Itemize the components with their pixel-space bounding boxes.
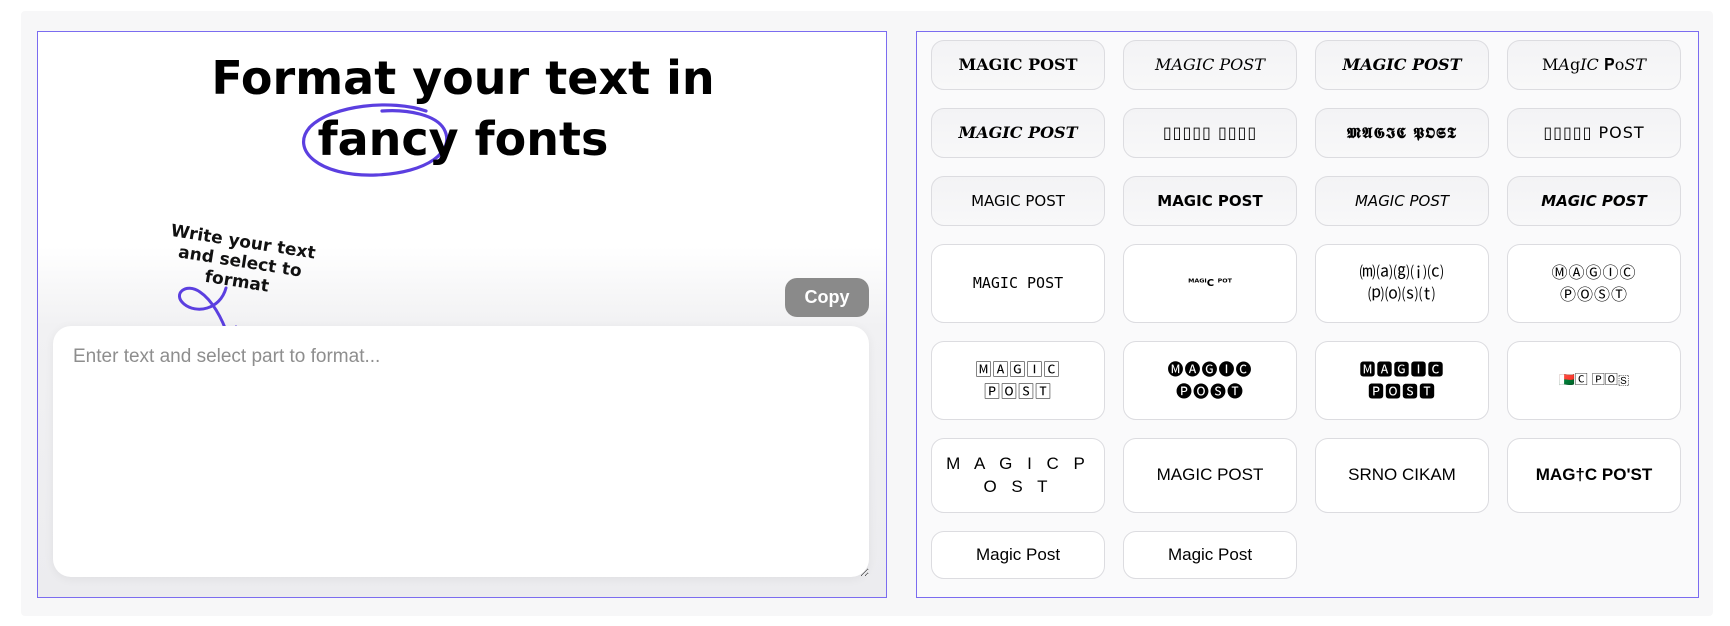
font-style-label: MAGIC POST (1155, 55, 1265, 75)
font-style-label: ⓂⒶⒼⒾⒸ ⓅⓄⓈⓉ (1551, 262, 1637, 304)
font-style-label: 🄼🄰🄶🄸🄲 🄿🄾🅂🅃 (975, 359, 1061, 401)
font-style-option[interactable]: 𝕸𝕬𝕲𝕴𝕮 𝕻𝕺𝕾𝕿 (1315, 108, 1489, 158)
font-style-option[interactable]: 🇲🇬🄲 🄿🄾🇸 (1507, 341, 1681, 420)
editor-panel: Format your text in fancy fonts Write yo… (37, 31, 887, 598)
font-style-option[interactable]: 🅜🅐🅖🅘🅒 🅟🅞🅢🅣 (1123, 341, 1297, 420)
font-style-option[interactable]: ⓂⒶⒼⒾⒸ ⓅⓄⓈⓉ (1507, 244, 1681, 323)
font-style-option[interactable]: MAGIC POST (931, 108, 1105, 158)
font-style-label: MAGIC POST (1342, 55, 1462, 75)
font-style-option[interactable]: ᴹᴬᴳᴵC ᴾᴼᵀ (1123, 244, 1297, 323)
font-style-option[interactable]: MAGIC POST (931, 176, 1105, 226)
font-style-option[interactable]: ⒨⒜⒢⒤⒞ ⒫⒪⒮⒯ (1315, 244, 1489, 323)
font-style-label: 𝕸𝕬𝕲𝕴𝕮 𝕻𝕺𝕾𝕿 (1346, 123, 1458, 142)
font-style-label: ⒨⒜⒢⒤⒞ ⒫⒪⒮⒯ (1359, 262, 1445, 304)
fancy-word-text: fancy (317, 112, 459, 166)
font-style-label: MAGIC POST (958, 55, 1078, 75)
text-input[interactable] (53, 326, 869, 577)
font-style-option[interactable]: MAGIC POST (931, 244, 1105, 323)
font-style-label: ▯▯▯▯▯ POST (1543, 123, 1645, 143)
font-style-label: MAGIC POST (1541, 191, 1647, 210)
font-style-option[interactable]: Magic Post (1123, 531, 1297, 579)
font-style-option[interactable]: MAGIC POST (1315, 40, 1489, 90)
font-style-label: MAG†C PO'ST (1535, 465, 1653, 485)
font-style-label: Magic Post (1167, 544, 1253, 564)
font-style-option[interactable]: MAGIC POST (1123, 40, 1297, 90)
font-style-label: Magic Post (975, 544, 1061, 564)
font-style-option[interactable]: ▯▯▯▯▯ ▯▯▯▯ (1123, 108, 1297, 158)
font-style-option[interactable]: MAGIC POST (1315, 176, 1489, 226)
fonts-word: fonts (458, 112, 609, 166)
font-style-label: MAGIC POST (1156, 465, 1264, 485)
font-style-option[interactable]: SRNO CIKAM (1315, 438, 1489, 513)
copy-button[interactable]: Copy (785, 278, 869, 317)
font-style-option[interactable]: 🅼🅰🅶🅸🅲 🅿🅾🆂🆃 (1315, 341, 1489, 420)
font-style-label: SRNO CIKAM (1348, 465, 1456, 485)
font-style-option[interactable]: MAGIC POST (1123, 176, 1297, 226)
font-style-option[interactable]: Magic Post (931, 531, 1105, 579)
page-title-line-1: Format your text in (211, 51, 715, 105)
font-style-option[interactable]: 🄼🄰🄶🄸🄲 🄿🄾🅂🅃 (931, 341, 1105, 420)
font-style-label: MAGIC POST (971, 191, 1065, 210)
font-style-option[interactable]: MAGIC POST (931, 40, 1105, 90)
font-style-option[interactable]: ▯▯▯▯▯ POST (1507, 108, 1681, 158)
font-style-label: ▯▯▯▯▯ ▯▯▯▯ (1162, 123, 1258, 143)
font-style-option[interactable]: MAG†C PO'ST (1507, 438, 1681, 513)
font-style-label: 🇲🇬🄲 🄿🄾🇸 (1558, 372, 1630, 388)
page-title: Format your text in fancy fonts (38, 48, 886, 177)
font-style-option[interactable]: M A G I C P O S T (931, 438, 1105, 513)
font-styles-panel: MAGIC POST MAGIC POST MAGIC POST M𝐴g𝐼𝐶 𝐏… (916, 31, 1699, 598)
font-style-label: MAGIC POST (1354, 191, 1450, 210)
fancy-word: fancy (301, 103, 459, 177)
font-style-label: M𝐴g𝐼𝐶 𝐏o𝑆𝑇 (1542, 55, 1646, 75)
font-style-option[interactable]: MAGIC POST (1507, 176, 1681, 226)
font-style-label: MAGIC POST (972, 274, 1064, 293)
font-style-label: M A G I C P O S T (946, 453, 1090, 496)
page-title-line-2: fancy fonts (38, 103, 886, 177)
font-style-option[interactable]: M𝐴g𝐼𝐶 𝐏o𝑆𝑇 (1507, 40, 1681, 90)
font-style-label: 🅼🅰🅶🅸🅲 🅿🅾🆂🆃 (1359, 359, 1445, 401)
font-style-label: ᴹᴬᴳᴵC ᴾᴼᵀ (1188, 277, 1232, 289)
font-style-label: MAGIC POST (958, 123, 1078, 143)
font-style-label: 🅜🅐🅖🅘🅒 🅟🅞🅢🅣 (1167, 359, 1253, 401)
font-style-option[interactable]: MAGIC POST (1123, 438, 1297, 513)
font-style-label: MAGIC POST (1157, 191, 1263, 210)
